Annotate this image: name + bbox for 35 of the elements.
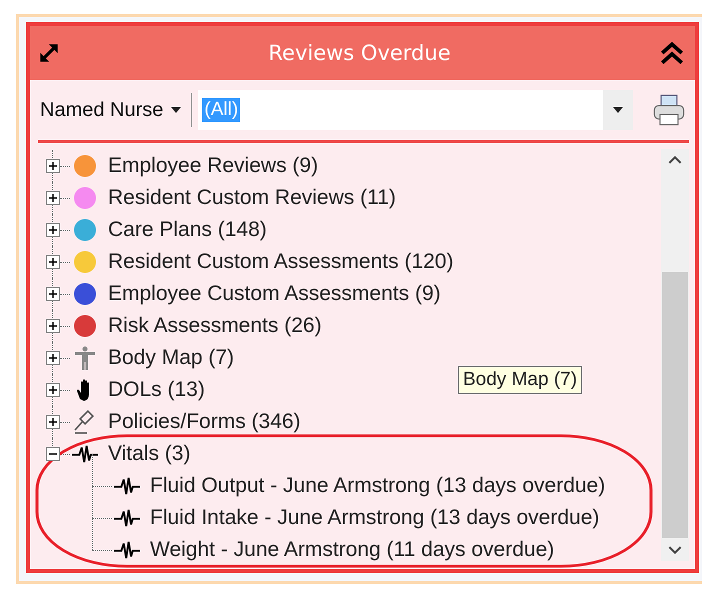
expand-toggle[interactable] (46, 191, 60, 205)
expand-toggle[interactable] (46, 287, 60, 301)
combo-value: (All) (202, 98, 240, 122)
panel-title: Reviews Overdue (268, 41, 451, 65)
tree-item[interactable]: Care Plans (148) (108, 218, 267, 242)
tooltip: Body Map (7) (458, 366, 582, 394)
tree-item[interactable]: DOLs (13) (108, 378, 205, 402)
expand-toggle[interactable] (46, 223, 60, 237)
expand-toggle[interactable] (46, 415, 60, 429)
printer-icon[interactable] (651, 92, 687, 128)
collapse-toggle[interactable] (46, 447, 60, 461)
person-icon (72, 346, 98, 370)
expand-toggle[interactable] (46, 255, 60, 269)
tree-item[interactable]: Fluid Output - June Armstrong (13 days overdue) (150, 474, 606, 498)
expand-toggle[interactable] (46, 383, 60, 397)
tree-item[interactable]: Weight - June Armstrong (11 days overdue) (150, 538, 554, 562)
filter-dropdown[interactable]: Named Nurse (40, 98, 182, 122)
scroll-up-icon[interactable] (668, 155, 682, 164)
expand-toggle[interactable] (46, 351, 60, 365)
collapse-icon[interactable] (659, 40, 685, 66)
tree-item[interactable]: Policies/Forms (346) (108, 410, 301, 434)
tree-item[interactable]: Fluid Intake - June Armstrong (13 days overdue) (150, 506, 600, 530)
tree-item[interactable]: Employee Reviews (9) (108, 154, 318, 178)
scroll-down-icon[interactable] (668, 546, 682, 555)
tree-item[interactable]: Resident Custom Reviews (11) (108, 186, 396, 210)
tree-item[interactable]: Vitals (3) (108, 442, 190, 466)
expand-toggle[interactable] (46, 319, 60, 333)
scrollbar[interactable] (661, 149, 689, 561)
tree-item[interactable]: Resident Custom Assessments (120) (108, 250, 454, 274)
caret-icon (171, 107, 182, 113)
resize-icon[interactable] (38, 42, 60, 64)
expand-toggle[interactable] (46, 159, 60, 173)
tree-item[interactable]: Body Map (7) (108, 346, 234, 370)
tree-item[interactable]: Employee Custom Assessments (9) (108, 282, 441, 306)
tree-item[interactable]: Risk Assessments (26) (108, 314, 322, 338)
